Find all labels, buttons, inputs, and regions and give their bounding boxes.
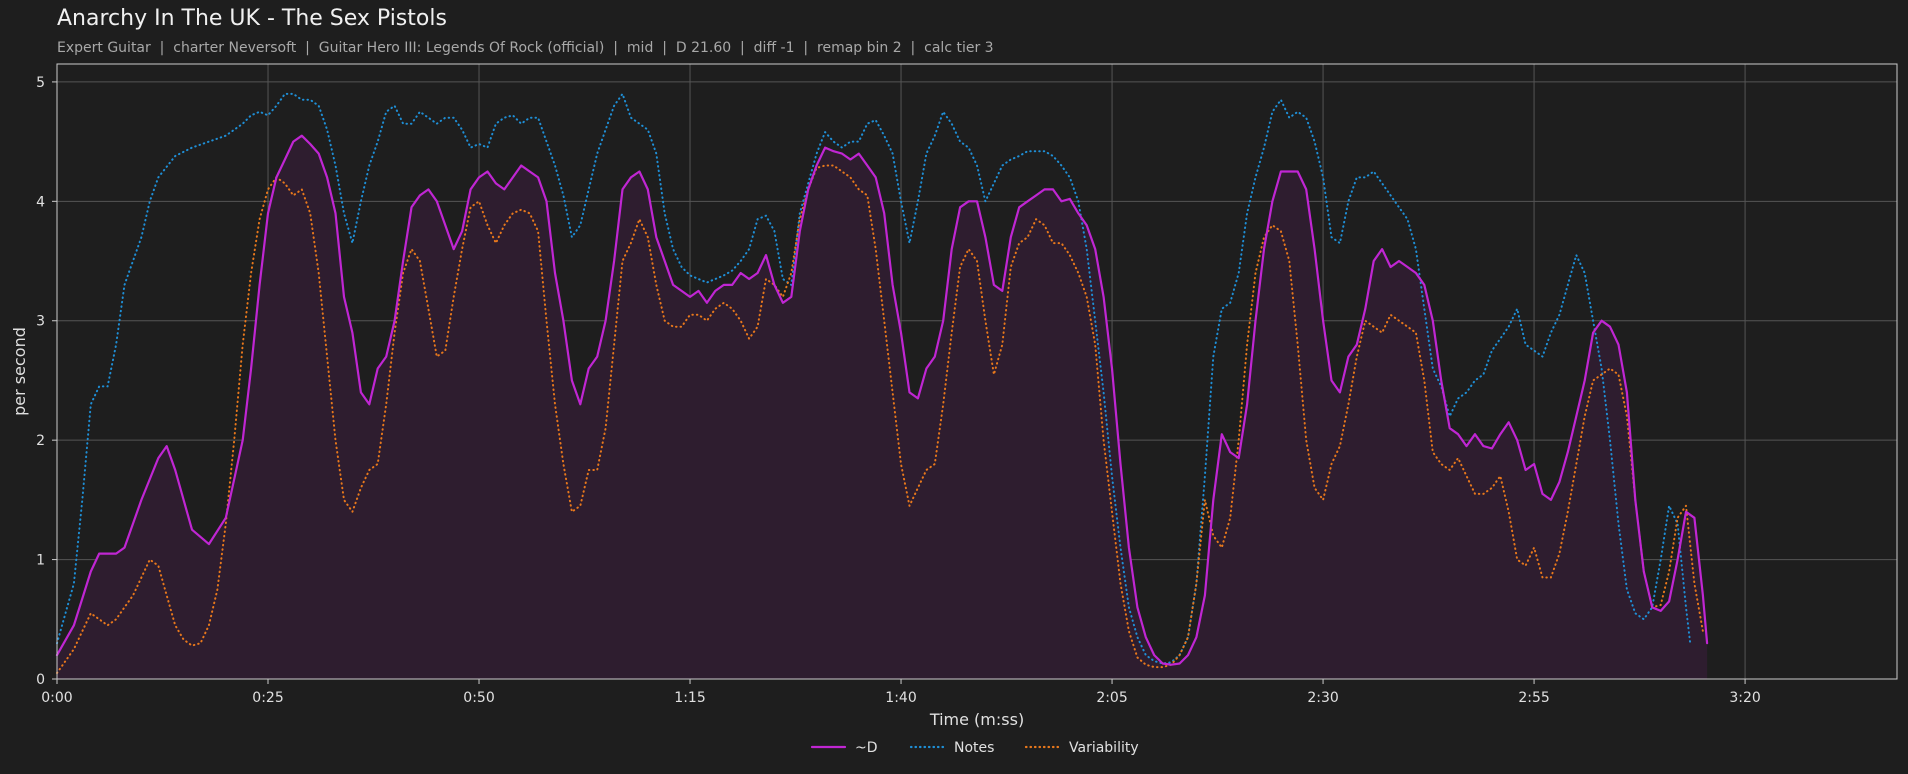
x-tick-label: 3:20 xyxy=(1729,690,1760,706)
x-axis-ticks: 0:00 0:25 0:50 1:15 1:40 2:05 2:30 2:55 3:20 xyxy=(41,679,1761,706)
chart-svg: 0:00 0:25 0:50 1:15 1:40 2:05 2:30 2:55 3:20 0 1 2… xyxy=(10,63,1898,756)
x-tick-label: 0:25 xyxy=(252,690,283,706)
y-tick-label: 2 xyxy=(36,433,45,449)
y-axis-label: per second xyxy=(10,327,29,416)
legend: ~D Notes Variability xyxy=(810,740,1139,756)
chart-window: Anarchy In The UK - The Sex Pistols Expe… xyxy=(0,0,1908,774)
x-tick-label: 2:05 xyxy=(1096,690,1127,706)
y-tick-label: 5 xyxy=(36,75,45,91)
x-tick-label: 1:40 xyxy=(885,690,916,706)
x-tick-label: 1:15 xyxy=(674,690,705,706)
y-axis-ticks: 0 1 2 3 4 5 xyxy=(36,75,57,688)
x-axis-label: Time (m:ss) xyxy=(929,710,1024,729)
legend-label: ~D xyxy=(855,740,878,756)
x-tick-label: 2:30 xyxy=(1307,690,1338,706)
series-area-d xyxy=(57,135,1708,679)
legend-label: Notes xyxy=(954,740,994,756)
x-tick-label: 0:00 xyxy=(41,690,72,706)
x-tick-label: 2:55 xyxy=(1518,690,1549,706)
x-tick-label: 0:50 xyxy=(463,690,494,706)
y-tick-label: 1 xyxy=(36,553,45,569)
legend-label: Variability xyxy=(1069,740,1139,756)
area-fills xyxy=(57,135,1708,679)
y-tick-label: 0 xyxy=(36,672,45,688)
y-tick-label: 3 xyxy=(36,314,45,330)
y-tick-label: 4 xyxy=(36,194,45,210)
